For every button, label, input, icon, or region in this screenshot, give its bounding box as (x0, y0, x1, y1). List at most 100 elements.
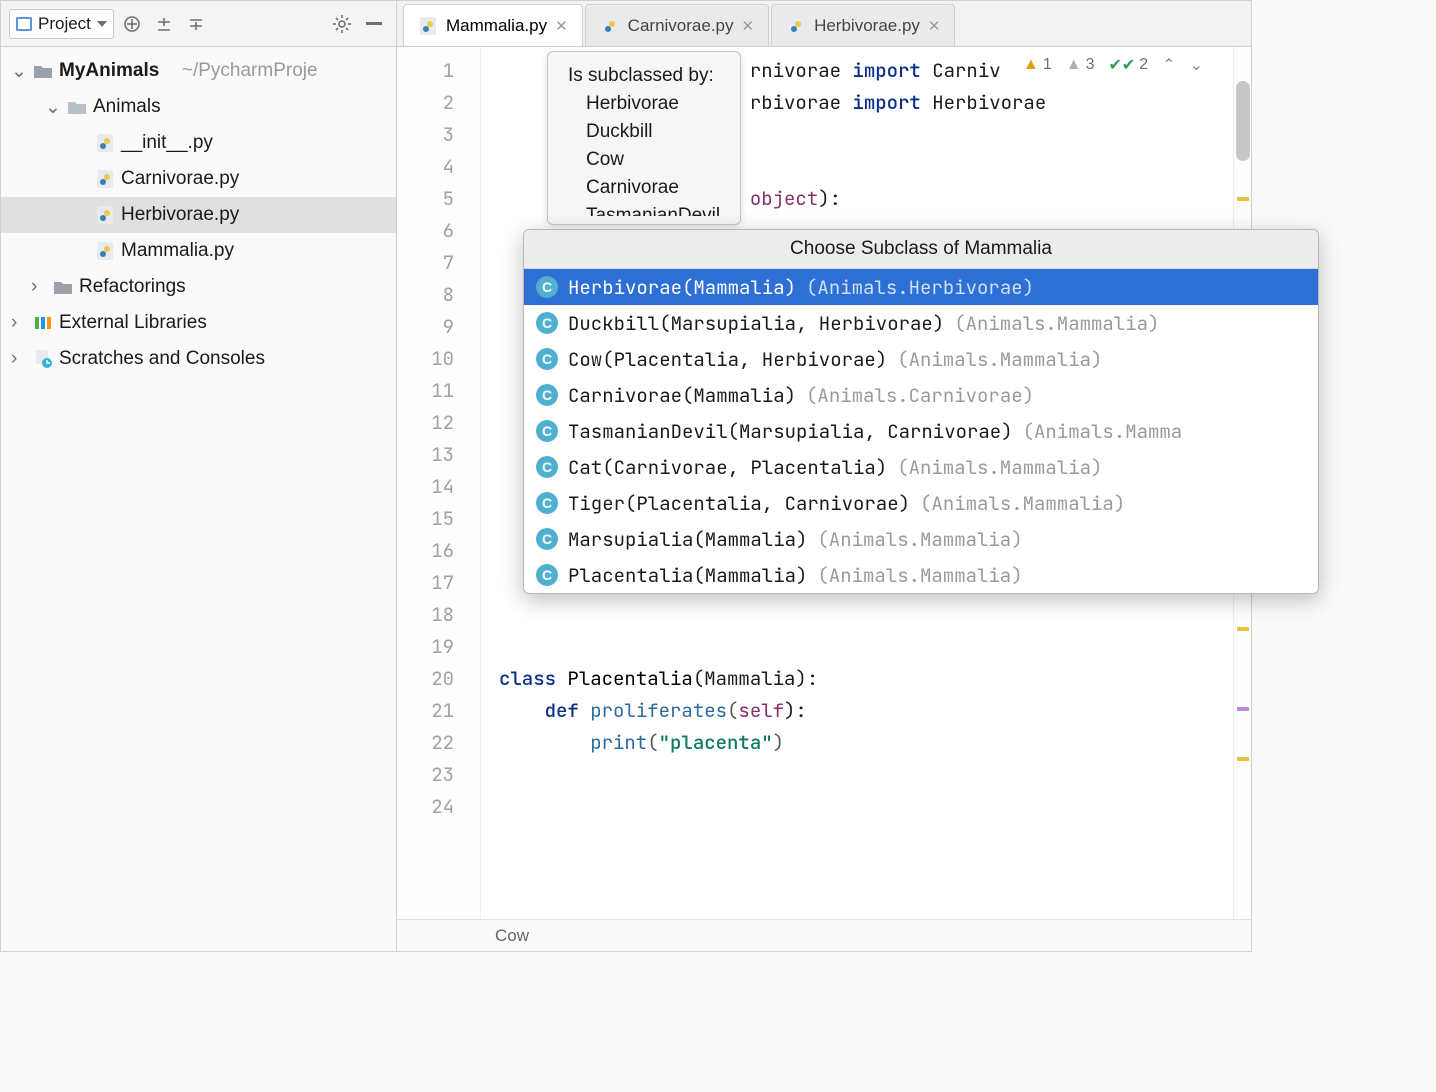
tree-file-label: __init__.py (121, 132, 213, 154)
line-number[interactable]: 11 (397, 375, 480, 407)
python-file-icon (95, 133, 115, 153)
editor-area: Mammalia.py ✕ Carnivorae.py ✕ Herbivorae… (397, 1, 1251, 951)
tree-item-label: Scratches and Consoles (59, 348, 265, 370)
chooser-item-location: (Animals.Mammalia) (954, 311, 1159, 336)
prev-highlight-icon[interactable]: ⌃ (1162, 55, 1175, 75)
line-number[interactable]: 20 (397, 663, 480, 695)
class-icon: C (536, 384, 558, 406)
chooser-item-signature: Placentalia(Mammalia) (568, 563, 807, 588)
chooser-item[interactable]: C Placentalia(Mammalia) (Animals.Mammali… (524, 557, 1318, 593)
chooser-item-location: (Animals.Mammalia) (897, 455, 1102, 480)
tree-file-init[interactable]: __init__.py (1, 125, 396, 161)
line-number[interactable]: 16 (397, 535, 480, 567)
hide-icon[interactable] (360, 10, 388, 38)
tree-root-name: MyAnimals (59, 60, 159, 82)
close-icon[interactable]: ✕ (742, 17, 755, 35)
chooser-item-location: (Animals.Mamma (1023, 419, 1183, 444)
line-number[interactable]: 9 (397, 311, 480, 343)
tab-herbivorae[interactable]: Herbivorae.py ✕ (771, 4, 955, 46)
line-number[interactable]: 5 (397, 183, 480, 215)
chooser-item[interactable]: C Cow(Placentalia, Herbivorae) (Animals.… (524, 341, 1318, 377)
next-highlight-icon[interactable]: ⌄ (1190, 55, 1203, 75)
python-file-icon (600, 16, 620, 36)
line-number[interactable]: 23 (397, 759, 480, 791)
close-icon[interactable]: ✕ (928, 17, 941, 35)
stripe-marker-warning[interactable] (1237, 197, 1249, 201)
code-text[interactable]: rnivorae import Carniv rbivorae import H… (481, 47, 1233, 919)
class-icon: C (536, 564, 558, 586)
line-number[interactable]: 1 (397, 55, 480, 87)
line-number[interactable]: 13 (397, 439, 480, 471)
settings-icon[interactable] (328, 10, 356, 38)
class-icon: C (536, 456, 558, 478)
line-number[interactable]: 3 (397, 119, 480, 151)
line-number[interactable]: 2 (397, 87, 480, 119)
tree-external-libraries[interactable]: › External Libraries (1, 305, 396, 341)
line-number[interactable]: 21 (397, 695, 480, 727)
tree-root[interactable]: ⌄ MyAnimals ~/PycharmProje (1, 53, 396, 89)
line-number[interactable]: 7 (397, 247, 480, 279)
tree-scratches[interactable]: › Scratches and Consoles (1, 341, 396, 377)
stripe-marker-warning[interactable] (1237, 757, 1249, 761)
tree-file-mammalia[interactable]: Mammalia.py (1, 233, 396, 269)
chooser-item-signature: TasmanianDevil(Marsupialia, Carnivorae) (568, 419, 1013, 444)
breadcrumb-item[interactable]: Cow (495, 926, 529, 946)
class-icon: C (536, 348, 558, 370)
line-number[interactable]: 17 (397, 567, 480, 599)
editor-tabs: Mammalia.py ✕ Carnivorae.py ✕ Herbivorae… (397, 1, 1251, 47)
project-view-label: Project (38, 14, 91, 34)
chooser-item-signature: Herbivorae(Mammalia) (568, 275, 796, 300)
python-file-icon (95, 169, 115, 189)
tree-folder-refactorings[interactable]: › Refactorings (1, 269, 396, 305)
chooser-item[interactable]: C Herbivorae(Mammalia) (Animals.Herbivor… (524, 269, 1318, 305)
line-number[interactable]: 4 (397, 151, 480, 183)
python-file-icon (95, 241, 115, 261)
tree-file-carnivorae[interactable]: Carnivorae.py (1, 161, 396, 197)
tree-item-label: External Libraries (59, 312, 207, 334)
line-number[interactable]: 10 (397, 343, 480, 375)
tooltip-item: Herbivorae (568, 90, 720, 118)
chooser-item[interactable]: C Marsupialia(Mammalia) (Animals.Mammali… (524, 521, 1318, 557)
folder-icon (53, 277, 73, 297)
expand-all-icon[interactable] (150, 10, 178, 38)
stripe-marker-warning[interactable] (1237, 627, 1249, 631)
tree-folder-label: Refactorings (79, 276, 186, 298)
line-number[interactable]: 15 (397, 503, 480, 535)
line-number[interactable]: 12 (397, 407, 480, 439)
chooser-item[interactable]: C Carnivorae(Mammalia) (Animals.Carnivor… (524, 377, 1318, 413)
tooltip-item: Duckbill (568, 118, 720, 146)
project-view-dropdown[interactable]: Project (9, 9, 114, 39)
line-number[interactable]: 8 (397, 279, 480, 311)
tab-carnivorae[interactable]: Carnivorae.py ✕ (585, 4, 769, 46)
scrollbar-thumb[interactable] (1236, 81, 1250, 161)
line-number[interactable]: 18 (397, 599, 480, 631)
close-icon[interactable]: ✕ (555, 17, 568, 35)
breadcrumbs-bar[interactable]: Cow (397, 919, 1251, 951)
stripe-marker-info[interactable] (1237, 707, 1249, 711)
collapse-all-icon[interactable] (182, 10, 210, 38)
class-icon: C (536, 276, 558, 298)
chooser-item[interactable]: C Duckbill(Marsupialia, Herbivorae) (Ani… (524, 305, 1318, 341)
line-number[interactable]: 22 (397, 727, 480, 759)
tree-root-path: ~/PycharmProje (182, 60, 318, 82)
tree-file-herbivorae[interactable]: Herbivorae.py (1, 197, 396, 233)
gutter: 1 2 3 4 5 6 7 8 9 10 11 12 13 14 15 16 1… (397, 47, 481, 919)
line-number[interactable]: 19 (397, 631, 480, 663)
chooser-item-signature: Cow(Placentalia, Herbivorae) (568, 347, 887, 372)
chooser-item[interactable]: C Cat(Carnivorae, Placentalia) (Animals.… (524, 449, 1318, 485)
tree-folder-animals[interactable]: ⌄ Animals (1, 89, 396, 125)
code-editor[interactable]: 1 2 3 4 5 6 7 8 9 10 11 12 13 14 15 16 1… (397, 47, 1251, 919)
ok-count: 2 (1139, 56, 1148, 74)
class-icon: C (536, 420, 558, 442)
inspections-widget[interactable]: ▲1 ▲3 ✔✔2 ⌃ ⌄ (1019, 53, 1207, 77)
folder-icon (33, 61, 53, 81)
chooser-item-location: (Animals.Mammalia) (897, 347, 1102, 372)
line-number[interactable]: 24 (397, 791, 480, 823)
line-number[interactable]: 14 (397, 471, 480, 503)
line-number[interactable]: 6 (397, 215, 480, 247)
tab-mammalia[interactable]: Mammalia.py ✕ (403, 4, 583, 46)
select-opened-file-icon[interactable] (118, 10, 146, 38)
chooser-item[interactable]: C TasmanianDevil(Marsupialia, Carnivorae… (524, 413, 1318, 449)
chooser-item[interactable]: C Tiger(Placentalia, Carnivorae) (Animal… (524, 485, 1318, 521)
chooser-item-location: (Animals.Carnivorae) (806, 383, 1034, 408)
